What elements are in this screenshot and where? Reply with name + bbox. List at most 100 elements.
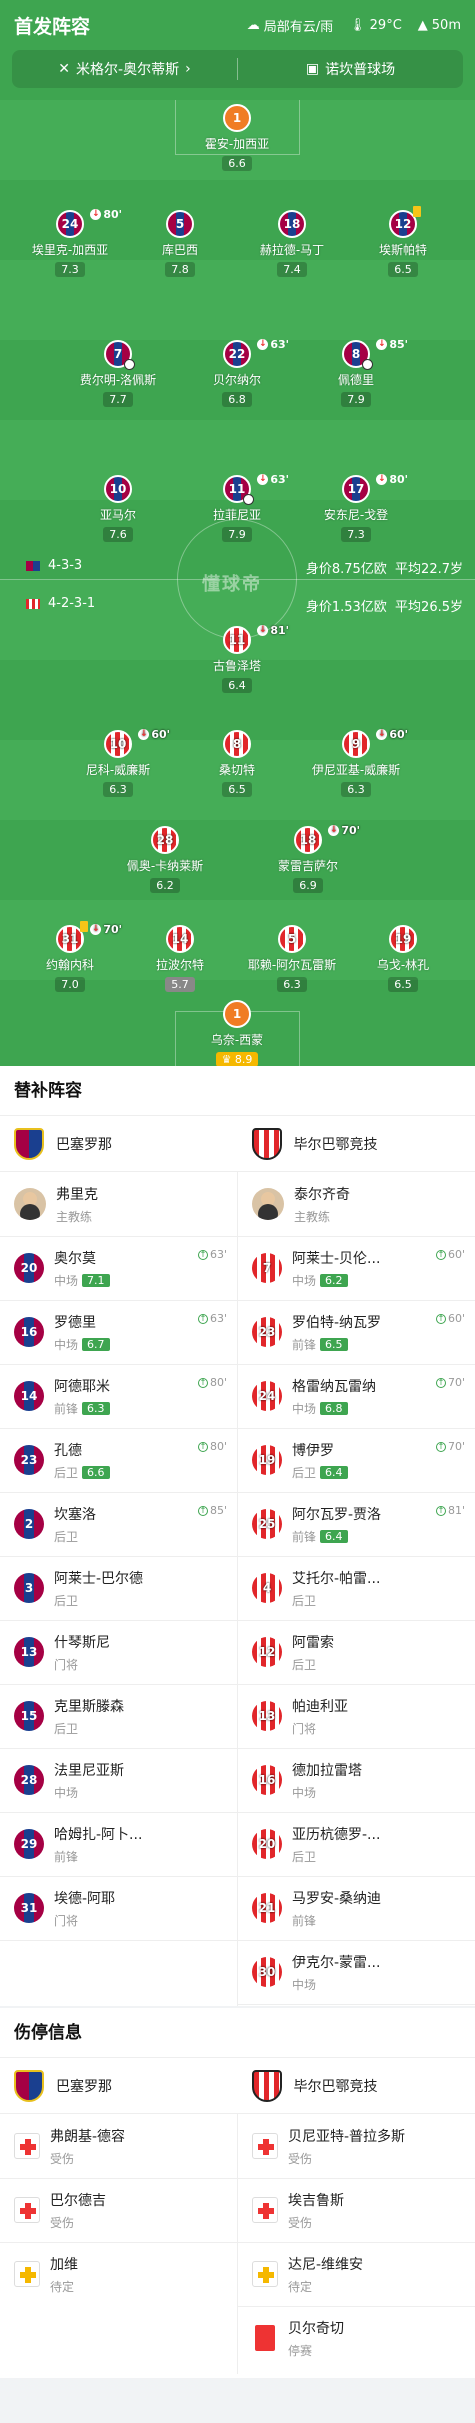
sub-player[interactable]: 16 德加拉雷塔 中场: [238, 1748, 475, 1812]
player-meta: 后卫: [292, 1848, 380, 1865]
sub-player[interactable]: 23 罗伯特-纳瓦罗 前锋 6.5 ↑ 60': [238, 1300, 475, 1364]
player-away[interactable]: 9 ↓ 60' 伊尼亚基-威廉斯 6.3: [296, 728, 416, 797]
player-home[interactable]: 24 ↓ 80' 埃里克-加西亚 7.3: [10, 208, 130, 277]
page-title: 首发阵容: [14, 15, 91, 38]
sub-player[interactable]: 2 坎塞洛 后卫 ↑ 85': [0, 1492, 237, 1556]
divider: [0, 2242, 475, 2243]
player-name: 尼科-威廉斯: [85, 763, 151, 777]
divider: [0, 1556, 475, 1557]
player-away[interactable]: 8 桑切特 6.5: [177, 730, 297, 797]
player-rating: 7.9: [341, 392, 371, 407]
player-rating: 6.3: [103, 782, 133, 797]
away-team[interactable]: 毕尔巴鄂竞技: [238, 1127, 475, 1160]
player-home[interactable]: 10 亚马尔 7.6: [58, 475, 178, 542]
sub-player[interactable]: 31 埃德-阿耶 门将: [0, 1876, 237, 1940]
injury-player[interactable]: 弗朗基-德容 受伤: [0, 2114, 237, 2178]
player-number: 23: [252, 1317, 282, 1347]
player-info: 孔德 后卫 6.6: [54, 1440, 110, 1481]
sub-minute: 80': [209, 1376, 227, 1389]
player-rating: 6.5: [222, 782, 252, 797]
player-home[interactable]: 12 埃斯帕特 6.5: [343, 206, 463, 277]
player-meta: 前锋 6.5: [292, 1336, 381, 1353]
sub-player[interactable]: 4 艾托尔-帕雷... 后卫: [238, 1556, 475, 1620]
yellow-card-icon: [80, 921, 88, 932]
injury-status: 受伤: [50, 2215, 75, 2230]
sub-player[interactable]: 14 阿德耶米 前锋 6.3 ↑ 80': [0, 1364, 237, 1428]
coach[interactable]: 泰尔齐奇 主教练: [238, 1172, 475, 1236]
player-info: 埃德-阿耶 门将: [54, 1888, 115, 1929]
sub-player[interactable]: 13 什琴斯尼 门将: [0, 1620, 237, 1684]
injury-player[interactable]: 加维 待定: [0, 2242, 237, 2306]
injury-player[interactable]: 巴尔德吉 受伤: [0, 2178, 237, 2242]
player-home[interactable]: 18 赫拉德-马丁 7.4: [232, 210, 352, 277]
home-team[interactable]: 巴塞罗那: [0, 2069, 238, 2102]
player-number: 2: [14, 1509, 44, 1539]
referee-link[interactable]: ✕ 米格尔-奥尔蒂斯 ›: [12, 59, 237, 79]
sub-player[interactable]: 23 孔德 后卫 6.6 ↑ 80': [0, 1428, 237, 1492]
sub-player[interactable]: 13 帕迪利亚 门将: [238, 1684, 475, 1748]
player-away[interactable]: 31 ↓ 70' 约翰内科 7.0: [10, 921, 130, 992]
player-away[interactable]: 18 ↓ 70' 蒙雷吉萨尔 6.9: [248, 824, 368, 893]
injury-player[interactable]: 达尼-维维安 待定: [238, 2242, 475, 2306]
sub-player[interactable]: 21 马罗安-桑纳迪 前锋: [238, 1876, 475, 1940]
player-number: 18: [278, 210, 306, 238]
divider: [0, 1684, 475, 1685]
medical-kit-icon: [252, 2261, 278, 2287]
injury-player[interactable]: 贝尼亚特-普拉多斯 受伤: [238, 2114, 475, 2178]
sub-player[interactable]: 20 奥尔莫 中场 7.1 ↑ 63': [0, 1236, 237, 1300]
player-name: 乌奈-西蒙: [210, 1033, 264, 1047]
player-home[interactable]: 17 ↓ 80' 安东尼-戈登 7.3: [296, 473, 416, 542]
coach[interactable]: 弗里克 主教练: [0, 1172, 237, 1236]
sub-player[interactable]: 28 法里尼亚斯 中场: [0, 1748, 237, 1812]
injury-status: 受伤: [288, 2215, 313, 2230]
player-meta: 后卫 6.6: [54, 1464, 110, 1481]
sub-player[interactable]: 7 阿莱士-贝伦... 中场 6.2 ↑ 60': [238, 1236, 475, 1300]
sub-player[interactable]: 25 阿尔瓦罗-贾洛 前锋 6.4 ↑ 81': [238, 1492, 475, 1556]
player-away-gk[interactable]: 1 乌奈-西蒙 ♛ 8.9: [177, 1000, 297, 1067]
sub-player[interactable]: 30 伊克尔-蒙雷... 中场: [238, 1940, 475, 2004]
sub-player[interactable]: 20 亚历杭德罗-... 后卫: [238, 1812, 475, 1876]
injury-player[interactable]: 埃吉鲁斯 受伤: [238, 2178, 475, 2242]
sub-minute: 60': [389, 728, 408, 741]
player-number: 19: [252, 1445, 282, 1475]
player-away[interactable]: 28 佩奥-卡纳莱斯 6.2: [105, 826, 225, 893]
sub-player[interactable]: 16 罗德里 中场 6.7 ↑ 63': [0, 1300, 237, 1364]
lineup-header: 首发阵容 ☁ 局部有云/雨 🌡 29°C ▲ 50m ✕ 米格尔-奥尔蒂斯 › ▣ 诺坎普球…: [0, 0, 475, 1067]
player-home[interactable]: 8 ↓ 85' 佩德里 7.9: [296, 338, 416, 407]
coach-name: 泰尔齐奇: [294, 1186, 350, 1203]
player-away[interactable]: 10 ↓ 60' 尼科-威廉斯 6.3: [58, 728, 178, 797]
temp-item: 🌡 29°C: [349, 18, 402, 33]
player-number: 7: [113, 347, 123, 361]
sub-player[interactable]: 12 阿雷索 后卫: [238, 1620, 475, 1684]
sub-player[interactable]: 19 博伊罗 后卫 6.4 ↑ 70': [238, 1428, 475, 1492]
player-home-gk[interactable]: 1 霍安-加西亚 6.6: [177, 104, 297, 171]
player-info: 加维 待定: [50, 2254, 78, 2295]
player-number: 23: [14, 1445, 44, 1475]
referee-name: 米格尔-奥尔蒂斯: [76, 62, 180, 78]
player-rating: 7.9: [222, 527, 252, 542]
injury-player[interactable]: 贝尔奇切 停赛: [238, 2306, 475, 2370]
home-team[interactable]: 巴塞罗那: [0, 1127, 238, 1160]
player-info: 罗伯特-纳瓦罗 前锋 6.5: [292, 1312, 381, 1353]
player-home[interactable]: 22 ↓ 63' 贝尔纳尔 6.8: [177, 338, 297, 407]
stadium-icon: ▣: [305, 61, 320, 77]
sub-player[interactable]: 24 格雷纳瓦雷纳 中场 6.8 ↑ 70': [238, 1364, 475, 1428]
player-meta: 后卫: [54, 1720, 124, 1737]
home-flag-icon: [26, 560, 40, 571]
player-home[interactable]: 11 ↓ 63' 拉菲尼亚 7.9: [177, 473, 297, 542]
player-rating: 6.8: [320, 1401, 348, 1415]
player-away[interactable]: 19 乌戈-林孔 6.5: [343, 925, 463, 992]
player-away[interactable]: 5 耶赖-阿尔瓦雷斯 6.3: [232, 925, 352, 992]
player-number: 1: [223, 104, 251, 132]
away-team[interactable]: 毕尔巴鄂竞技: [238, 2069, 475, 2102]
thermometer-icon: 🌡: [349, 17, 366, 33]
sub-player[interactable]: 29 哈姆扎-阿卜... 前锋: [0, 1812, 237, 1876]
divider: [238, 2306, 475, 2307]
player-home[interactable]: 5 库巴西 7.8: [120, 210, 240, 277]
sub-player[interactable]: 3 阿莱士-巴尔德 后卫: [0, 1556, 237, 1620]
player-meta: 中场 6.2: [292, 1272, 380, 1289]
player-home[interactable]: 7 费尔明-洛佩斯 7.7: [58, 340, 178, 407]
player-away[interactable]: 14 拉波尔特 5.7: [120, 925, 240, 992]
sub-player[interactable]: 15 克里斯滕森 后卫: [0, 1684, 237, 1748]
player-away[interactable]: 11 ↓ 81' 古鲁泽塔 6.4: [177, 624, 297, 693]
